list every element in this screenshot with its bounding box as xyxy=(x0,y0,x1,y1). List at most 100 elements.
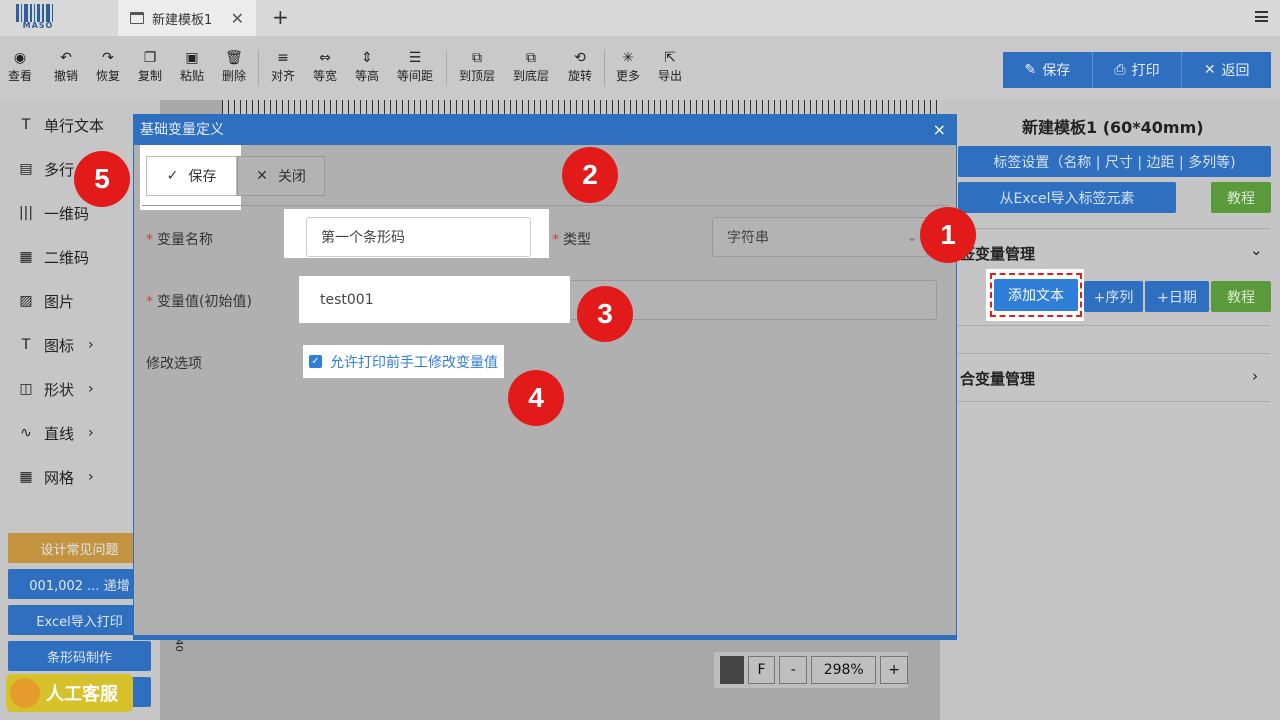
label-settings-button[interactable]: 标签设置（名称 | 尺寸 | 边距 | 多列等) xyxy=(958,146,1271,177)
sidebar-item-barcode[interactable]: ||| 一维码 xyxy=(18,201,89,225)
tool-label: 撤销 xyxy=(53,69,78,83)
qrcode-icon: ▦ xyxy=(19,249,33,265)
chevron-right-icon[interactable]: › xyxy=(1252,367,1258,385)
save-label: 保存 xyxy=(1042,63,1071,79)
chevron-right-icon: › xyxy=(88,337,94,353)
excel-import-elements-button[interactable]: 从Excel导入标签元素 xyxy=(958,182,1176,213)
var-name-label-text: 变量名称 xyxy=(157,232,213,248)
var-name-input[interactable]: 第一个条形码 xyxy=(306,217,531,257)
bring-front-icon: ⧉ xyxy=(472,50,482,66)
add-date-button[interactable]: +日期 xyxy=(1145,281,1209,312)
printer-icon: ⎙ xyxy=(1114,62,1126,78)
zoom-level[interactable]: 298% xyxy=(811,656,877,684)
dialog-close-icon[interactable]: × xyxy=(933,115,946,145)
print-button[interactable]: ⎙ 打印 xyxy=(1092,52,1183,88)
tool-bring-front-button[interactable]: ⧉ 到顶层 xyxy=(454,48,500,84)
close-icon: ✕ xyxy=(256,168,268,184)
text-icon: T xyxy=(21,117,31,133)
sidebar-item-shapes[interactable]: ◫ 形状 › xyxy=(18,377,94,401)
barcode-make-button[interactable]: 条形码制作 xyxy=(8,641,151,671)
chevron-right-icon: › xyxy=(88,469,94,485)
dialog-header: 基础变量定义 × xyxy=(134,115,956,145)
checkbox-checked-icon: ✓ xyxy=(309,355,322,368)
dialog-save-label: 保存 xyxy=(188,169,217,185)
back-label: 返回 xyxy=(1221,63,1250,79)
combo-variable-section-title[interactable]: 合变量管理 xyxy=(960,368,1035,389)
customer-service-button[interactable]: 人工客服 xyxy=(6,674,133,712)
dialog-footer-bar xyxy=(134,635,956,639)
tool-label: 导出 xyxy=(657,69,682,83)
copy-icon: ❐ xyxy=(143,50,157,66)
line-icon: ∿ xyxy=(20,425,32,441)
document-icon: ▤ xyxy=(19,161,33,177)
tool-rotate-button[interactable]: ⟲ 旋转 xyxy=(560,48,600,84)
sidebar-item-qrcode[interactable]: ▦ 二维码 xyxy=(18,245,89,269)
tutorial-button[interactable]: 教程 xyxy=(1211,182,1271,213)
tab-close-icon[interactable]: ✕ xyxy=(231,9,244,28)
step-badge-1: 1 xyxy=(920,207,976,263)
design-faq-button[interactable]: 设计常见问题 xyxy=(8,533,151,563)
increment-button[interactable]: 001,002 ... 递增 xyxy=(8,569,151,599)
tool-equal-spacing-button[interactable]: ☰ 等间距 xyxy=(392,48,438,84)
tool-equal-height-button[interactable]: ⇕ 等高 xyxy=(347,48,387,84)
ruler-value: 40 xyxy=(172,639,184,652)
toolbar-divider xyxy=(258,50,259,86)
allow-edit-checkbox[interactable]: ✓ 允许打印前手工修改变量值 xyxy=(303,345,504,378)
sidebar-item-label: 直线 xyxy=(44,424,75,443)
step-badge-3: 3 xyxy=(577,286,633,342)
color-swatch[interactable] xyxy=(720,656,744,684)
excel-import-print-button[interactable]: Excel导入打印 xyxy=(8,605,151,635)
divider xyxy=(940,228,1270,229)
tool-label: 等间距 xyxy=(396,69,433,83)
tool-delete-button[interactable]: 🗑 删除 xyxy=(214,48,254,84)
barcode-logo-icon xyxy=(16,4,60,22)
tool-align-button[interactable]: ≡ 对齐 xyxy=(263,48,303,84)
chevron-right-icon: › xyxy=(88,381,94,397)
divider xyxy=(940,325,1270,326)
tool-label: 更多 xyxy=(615,69,640,83)
var-value-input[interactable]: test001 xyxy=(306,280,568,320)
tool-copy-button[interactable]: ❐ 复制 xyxy=(130,48,170,84)
sidebar-item-label: 图片 xyxy=(44,292,75,311)
tab-bar: MASO 新建模板1 ✕ + xyxy=(0,0,1280,36)
tool-more-button[interactable]: ✳ 更多 xyxy=(608,48,648,84)
sidebar-item-lines[interactable]: ∿ 直线 › xyxy=(18,421,94,445)
new-tab-button[interactable]: + xyxy=(272,5,289,29)
tutorial-button-2[interactable]: 教程 xyxy=(1211,281,1271,312)
shape-icon: ◫ xyxy=(19,381,33,397)
barcode-icon: ||| xyxy=(18,205,34,221)
sidebar-item-image[interactable]: ▨ 图片 xyxy=(18,289,74,313)
menu-icon[interactable] xyxy=(1255,11,1268,22)
back-button[interactable]: ✕ 返回 xyxy=(1182,52,1272,88)
sidebar-item-label: 多行 xyxy=(44,160,75,179)
dialog-save-button[interactable]: ✓ 保存 xyxy=(146,156,237,196)
tool-view-button[interactable]: ◉ 查看 xyxy=(0,48,40,84)
dialog-title: 基础变量定义 xyxy=(140,122,224,138)
sidebar-item-label: 网格 xyxy=(44,468,75,487)
tool-paste-button[interactable]: ▣ 粘贴 xyxy=(172,48,212,84)
sidebar-item-single-text[interactable]: T 单行文本 xyxy=(18,113,104,137)
check-icon: ✓ xyxy=(166,168,179,184)
tool-redo-button[interactable]: ↷ 恢复 xyxy=(88,48,128,84)
tool-equal-width-button[interactable]: ⇔ 等宽 xyxy=(305,48,345,84)
sidebar-item-label: 形状 xyxy=(44,380,75,399)
text-icon: T xyxy=(21,337,31,353)
add-sequence-button[interactable]: +序列 xyxy=(1084,281,1143,312)
tool-export-button[interactable]: ⇱ 导出 xyxy=(650,48,690,84)
tool-send-back-button[interactable]: ⧉ 到底层 xyxy=(508,48,554,84)
close-icon: ✕ xyxy=(1203,62,1216,78)
type-select[interactable]: 字符串 ⌄ xyxy=(712,217,928,257)
add-text-button[interactable]: 添加文本 xyxy=(994,279,1078,311)
zoom-fit-button[interactable]: F xyxy=(747,656,776,684)
tool-undo-button[interactable]: ↶ 撤销 xyxy=(46,48,86,84)
sidebar-item-icons[interactable]: T 图标 › xyxy=(18,333,94,357)
save-button[interactable]: ✎ 保存 xyxy=(1003,52,1093,88)
sidebar-item-grid[interactable]: ▦ 网格 › xyxy=(18,465,94,489)
zoom-out-button[interactable]: - xyxy=(779,656,808,684)
sidebar-item-multi-text[interactable]: ▤ 多行 xyxy=(18,157,74,181)
zoom-in-button[interactable]: + xyxy=(880,656,909,684)
chevron-down-icon[interactable]: ⌄ xyxy=(1250,241,1263,259)
tab-template-1[interactable]: 新建模板1 ✕ xyxy=(118,0,256,36)
dialog-close-button[interactable]: ✕ 关闭 xyxy=(237,156,325,196)
toolbar-divider xyxy=(604,50,605,86)
